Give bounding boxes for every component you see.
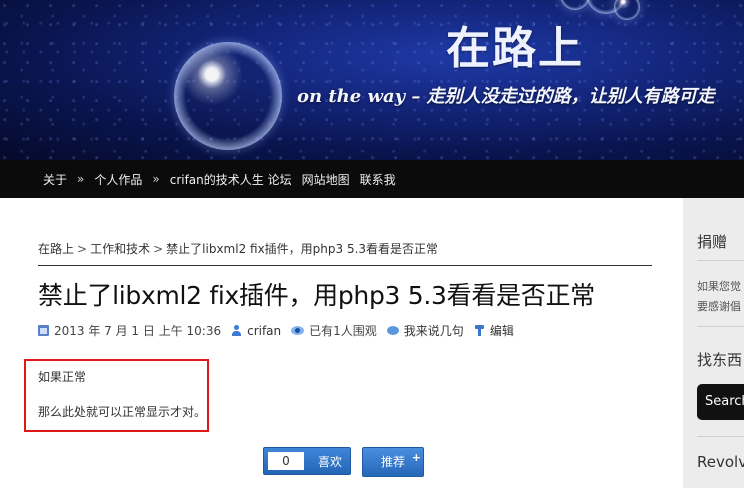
bubble-decoration-large (174, 42, 282, 150)
post-actions: 0 喜欢 推荐 + (263, 447, 424, 477)
comment-link[interactable]: 我来说几句 (404, 322, 464, 339)
breadcrumb-separator: > (153, 242, 164, 256)
post-paragraph: 那么此处就可以正常显示才对。 (38, 405, 207, 419)
nav-item-forum[interactable]: crifan的技术人生 论坛 (170, 171, 292, 188)
site-tagline: on the way – 走别人没走过的路，让别人有路可走 (297, 86, 715, 107)
breadcrumb-home[interactable]: 在路上 (38, 242, 74, 256)
main-nav: 关于 » 个人作品 » crifan的技术人生 论坛 网站地图 联系我 (0, 160, 744, 198)
site-header-banner: 在路上 on the way – 走别人没走过的路，让别人有路可走 (0, 0, 744, 160)
sidebar-divider (697, 326, 744, 327)
edit-icon (474, 325, 485, 336)
like-button[interactable]: 0 喜欢 (263, 447, 351, 475)
post-paragraph: 如果正常 (38, 370, 87, 384)
author-icon (231, 325, 242, 336)
search-button[interactable]: Search (697, 384, 744, 420)
sidebar-divider (697, 260, 744, 261)
banner-texture (0, 0, 744, 160)
nav-separator: » (77, 172, 85, 186)
sidebar-heading-find: 找东西 (697, 351, 743, 369)
views-icon (291, 326, 305, 335)
nav-separator: » (152, 172, 160, 186)
sidebar-donate-text: 要感谢倡 (697, 300, 741, 313)
post-title[interactable]: 禁止了libxml2 fix插件，用php3 5.3看看是否正常 (38, 276, 652, 312)
breadcrumb: 在路上 > 工作和技术 > 禁止了libxml2 fix插件，用php3 5.3看看是否… (38, 240, 652, 266)
plus-icon: + (411, 451, 421, 464)
nav-item-about[interactable]: 关于 (43, 171, 67, 188)
nav-item-sitemap[interactable]: 网站地图 (302, 171, 350, 188)
breadcrumb-category[interactable]: 工作和技术 (90, 242, 150, 256)
post-date: 2013 年 7 月 1 日 上午 10:36 (54, 324, 222, 338)
recommend-label: 推荐 (380, 455, 405, 469)
sidebar-heading-donate: 捐赠 (697, 233, 728, 251)
sidebar: 捐赠 如果您觉 要感谢倡 找东西 Search Revolv (683, 198, 744, 488)
like-label: 喜欢 (318, 454, 343, 469)
site-title[interactable]: 在路上 (446, 12, 584, 76)
edit-link[interactable]: 编辑 (490, 322, 514, 339)
post-content-highlight: 如果正常 那么此处就可以正常显示才对。 (24, 359, 209, 432)
like-count: 0 (268, 452, 304, 470)
calendar-icon (38, 325, 49, 336)
post-author-link[interactable]: crifan (247, 324, 281, 338)
breadcrumb-current: 禁止了libxml2 fix插件，用php3 5.3看看是否正常 (166, 242, 439, 256)
nav-item-works[interactable]: 个人作品 (94, 171, 142, 188)
post-main: 在路上 > 工作和技术 > 禁止了libxml2 fix插件，用php3 5.3看看是否… (38, 240, 652, 339)
recommend-button[interactable]: 推荐 + (362, 447, 424, 477)
post-views: 已有1人围观 (309, 324, 377, 338)
nav-item-contact[interactable]: 联系我 (360, 171, 396, 188)
sidebar-divider (697, 436, 744, 437)
sidebar-heading-revolver: Revolv (697, 453, 744, 471)
sidebar-donate-text: 如果您觉 (697, 280, 741, 293)
comment-icon (386, 326, 399, 335)
breadcrumb-separator: > (77, 242, 88, 256)
post-meta: 2013 年 7 月 1 日 上午 10:36 crifan 已有1人围观 我来… (38, 322, 652, 339)
